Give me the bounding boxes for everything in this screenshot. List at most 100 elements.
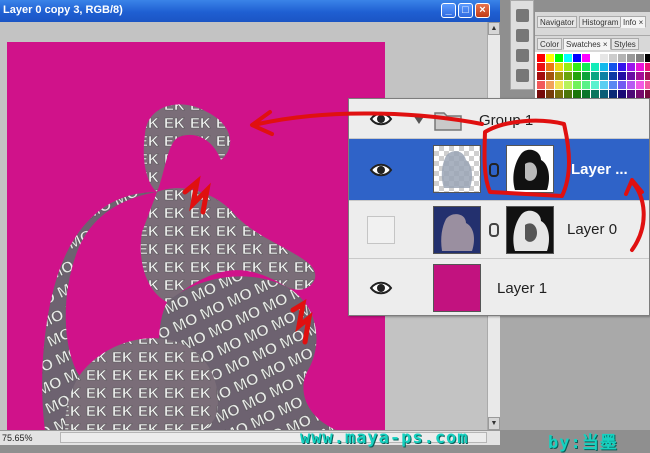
- color-swatch[interactable]: [600, 81, 608, 89]
- brush-tool-icon[interactable]: [516, 29, 529, 42]
- layer-thumbnail[interactable]: [433, 264, 481, 312]
- tab-styles[interactable]: Styles: [611, 38, 639, 50]
- color-swatch[interactable]: [636, 54, 644, 62]
- color-swatch[interactable]: [618, 54, 626, 62]
- color-swatch[interactable]: [582, 63, 590, 71]
- tab-navigator[interactable]: Navigator: [537, 16, 578, 28]
- color-swatch[interactable]: [600, 54, 608, 62]
- color-swatch[interactable]: [627, 90, 635, 98]
- minimize-button[interactable]: _: [441, 3, 456, 18]
- visibility-toggle[interactable]: [367, 105, 395, 133]
- color-swatch[interactable]: [573, 90, 581, 98]
- color-swatch[interactable]: [645, 54, 650, 62]
- color-swatch[interactable]: [627, 54, 635, 62]
- zoom-level[interactable]: 75.65%: [2, 433, 33, 443]
- layer-row-selected[interactable]: Layer ...: [349, 139, 649, 201]
- color-swatch[interactable]: [645, 81, 650, 89]
- scroll-up-button[interactable]: ▲: [488, 22, 500, 35]
- color-swatch[interactable]: [591, 72, 599, 80]
- color-swatch[interactable]: [582, 81, 590, 89]
- layer-row-group[interactable]: Group 1: [349, 99, 649, 139]
- color-swatch[interactable]: [636, 81, 644, 89]
- swatch-grid[interactable]: [535, 52, 650, 100]
- color-swatch[interactable]: [627, 63, 635, 71]
- tab-info[interactable]: Info ×: [620, 16, 647, 28]
- color-swatch[interactable]: [645, 63, 650, 71]
- color-swatch[interactable]: [618, 81, 626, 89]
- color-swatch[interactable]: [591, 63, 599, 71]
- scroll-down-button[interactable]: ▼: [488, 417, 500, 430]
- move-tool-icon[interactable]: [516, 9, 529, 22]
- color-swatch[interactable]: [546, 81, 554, 89]
- color-swatch[interactable]: [546, 54, 554, 62]
- color-swatch[interactable]: [618, 72, 626, 80]
- color-swatch[interactable]: [591, 81, 599, 89]
- color-swatch[interactable]: [573, 72, 581, 80]
- color-swatch[interactable]: [546, 90, 554, 98]
- color-swatch[interactable]: [537, 63, 545, 71]
- layer-row-layer0[interactable]: Layer 0: [349, 201, 649, 259]
- maximize-button[interactable]: □: [458, 3, 473, 18]
- color-swatch[interactable]: [573, 63, 581, 71]
- color-swatch[interactable]: [627, 81, 635, 89]
- color-swatch[interactable]: [636, 63, 644, 71]
- visibility-toggle[interactable]: [367, 216, 395, 244]
- color-swatch[interactable]: [609, 63, 617, 71]
- close-button[interactable]: ×: [475, 3, 490, 18]
- chain-link-icon[interactable]: [489, 163, 499, 177]
- layer-name[interactable]: Group 1: [479, 112, 533, 129]
- color-swatch[interactable]: [564, 90, 572, 98]
- path-tool-icon[interactable]: [516, 49, 529, 62]
- canvas-artwork[interactable]: EK MO: [7, 42, 385, 442]
- color-swatch[interactable]: [555, 63, 563, 71]
- layer-name[interactable]: Layer 1: [497, 280, 547, 297]
- color-swatch[interactable]: [582, 90, 590, 98]
- document-titlebar[interactable]: Layer 0 copy 3, RGB/8): [0, 0, 500, 22]
- color-swatch[interactable]: [582, 54, 590, 62]
- color-swatch[interactable]: [645, 90, 650, 98]
- layer-thumbnail[interactable]: [433, 145, 481, 193]
- text-tool-icon[interactable]: [516, 69, 529, 82]
- color-swatch[interactable]: [591, 54, 599, 62]
- color-swatch[interactable]: [591, 90, 599, 98]
- color-swatch[interactable]: [600, 90, 608, 98]
- chain-link-icon[interactable]: [489, 223, 499, 237]
- color-swatch[interactable]: [564, 54, 572, 62]
- color-swatch[interactable]: [537, 81, 545, 89]
- layer-name[interactable]: Layer ...: [571, 161, 628, 178]
- color-swatch[interactable]: [627, 72, 635, 80]
- color-swatch[interactable]: [537, 72, 545, 80]
- color-swatch[interactable]: [600, 63, 608, 71]
- color-swatch[interactable]: [582, 72, 590, 80]
- color-swatch[interactable]: [564, 63, 572, 71]
- color-swatch[interactable]: [618, 63, 626, 71]
- color-swatch[interactable]: [609, 72, 617, 80]
- color-swatch[interactable]: [564, 81, 572, 89]
- tab-swatches[interactable]: Swatches ×: [563, 38, 611, 50]
- color-swatch[interactable]: [636, 90, 644, 98]
- color-swatch[interactable]: [618, 90, 626, 98]
- layer-thumbnail[interactable]: [433, 206, 481, 254]
- color-swatch[interactable]: [555, 72, 563, 80]
- layer-row-layer1[interactable]: Layer 1: [349, 259, 649, 315]
- color-swatch[interactable]: [636, 72, 644, 80]
- visibility-toggle[interactable]: [367, 156, 395, 184]
- color-swatch[interactable]: [645, 72, 650, 80]
- color-swatch[interactable]: [609, 81, 617, 89]
- color-swatch[interactable]: [555, 90, 563, 98]
- color-swatch[interactable]: [555, 54, 563, 62]
- color-swatch[interactable]: [573, 81, 581, 89]
- color-swatch[interactable]: [555, 81, 563, 89]
- mask-thumbnail[interactable]: [506, 206, 554, 254]
- color-swatch[interactable]: [546, 63, 554, 71]
- tab-color[interactable]: Color: [537, 38, 563, 50]
- color-swatch[interactable]: [600, 72, 608, 80]
- color-swatch[interactable]: [573, 54, 581, 62]
- layer-name[interactable]: Layer 0: [567, 221, 617, 238]
- color-swatch[interactable]: [609, 54, 617, 62]
- color-swatch[interactable]: [537, 54, 545, 62]
- mask-thumbnail[interactable]: [506, 145, 554, 193]
- color-swatch[interactable]: [546, 72, 554, 80]
- visibility-toggle[interactable]: [367, 274, 395, 302]
- color-swatch[interactable]: [564, 72, 572, 80]
